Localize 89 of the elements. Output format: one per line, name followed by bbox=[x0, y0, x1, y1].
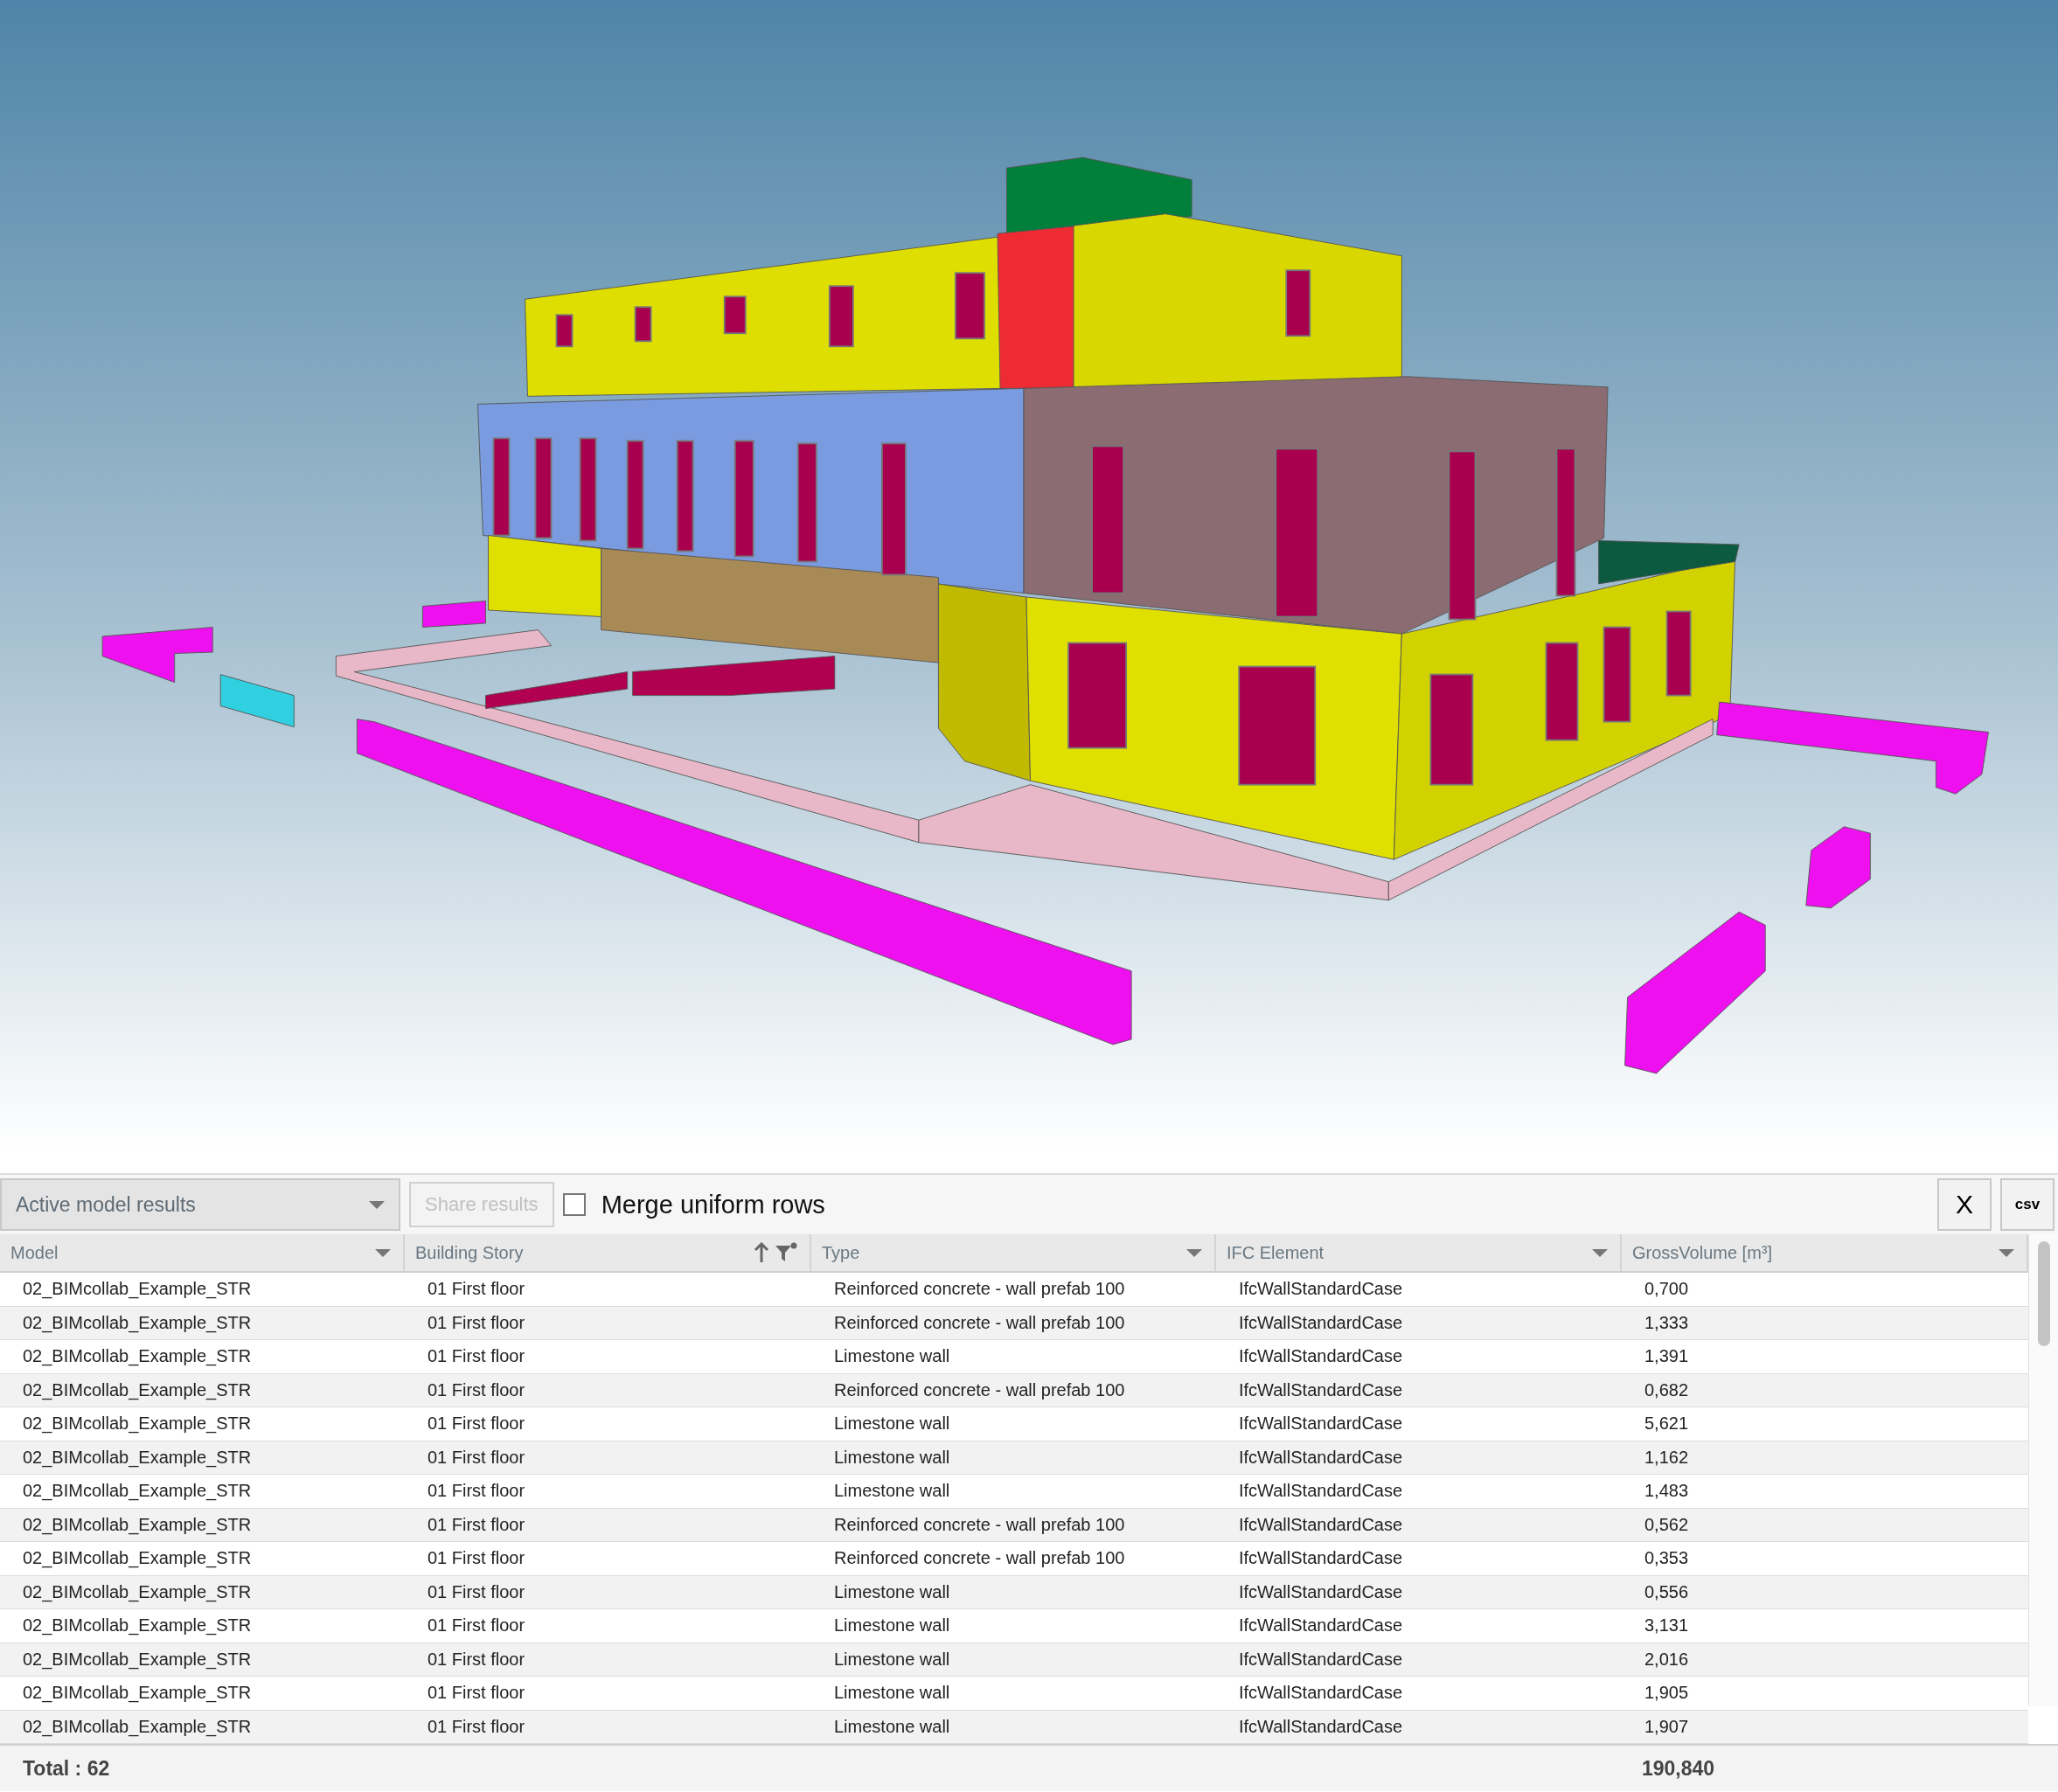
table-cell-text: 2,016 bbox=[1644, 1649, 1690, 1670]
table-cell-text: 1,391 bbox=[1644, 1346, 1690, 1367]
table-cell-text: 01 First floor bbox=[427, 1649, 526, 1670]
table-cell-text: 01 First floor bbox=[427, 1683, 526, 1704]
table-cell-text: 1,483 bbox=[1644, 1481, 1690, 1502]
table-cell-text: 02_BIMcollab_Example_STR bbox=[22, 1615, 253, 1636]
close-button[interactable]: X bbox=[1937, 1178, 1992, 1231]
table-cell-text: 02_BIMcollab_Example_STR bbox=[22, 1413, 253, 1434]
merge-checkbox[interactable] bbox=[562, 1193, 586, 1216]
table-cell-text: IfcWallStandardCase bbox=[1238, 1379, 1404, 1400]
table-cell-text: 0,700 bbox=[1644, 1279, 1690, 1300]
table-cell-text: Reinforced concrete - wall prefab 100 bbox=[833, 1279, 1126, 1300]
table-cell-text: Limestone wall bbox=[833, 1683, 951, 1704]
table-cell-text: IfcWallStandardCase bbox=[1238, 1514, 1404, 1535]
table-cell-text: IfcWallStandardCase bbox=[1238, 1481, 1404, 1502]
table-cell-text: 1,162 bbox=[1644, 1447, 1690, 1468]
table-cell-text: IfcWallStandardCase bbox=[1238, 1649, 1404, 1670]
table-cell-text: 01 First floor bbox=[427, 1413, 526, 1434]
table-cell-text: 02_BIMcollab_Example_STR bbox=[22, 1581, 253, 1602]
checkbox-label: Merge uniform rows bbox=[601, 1190, 825, 1219]
table-cell-text: 02_BIMcollab_Example_STR bbox=[22, 1649, 253, 1670]
table-cell-text: 02_BIMcollab_Example_STR bbox=[22, 1548, 253, 1569]
filter-icon[interactable] bbox=[775, 1242, 797, 1263]
table-cell-text: Reinforced concrete - wall prefab 100 bbox=[833, 1514, 1126, 1535]
table-cell-text: IfcWallStandardCase bbox=[1238, 1615, 1404, 1636]
results-dropdown[interactable]: Active model results bbox=[0, 1178, 400, 1231]
row-count: Total : 62 bbox=[22, 1756, 111, 1781]
table-cell-text: IfcWallStandardCase bbox=[1238, 1447, 1404, 1468]
table-cell-text: 0,556 bbox=[1644, 1581, 1690, 1602]
table-cell-text: 02_BIMcollab_Example_STR bbox=[22, 1346, 253, 1367]
dropdown-icon[interactable] bbox=[1999, 1248, 2014, 1257]
table-cell-text: 0,562 bbox=[1644, 1514, 1690, 1535]
table-cell-text: 01 First floor bbox=[427, 1481, 526, 1502]
table-cell-text: IfcWallStandardCase bbox=[1238, 1279, 1404, 1300]
table-cell-text: IfcWallStandardCase bbox=[1238, 1716, 1404, 1737]
table-cell-text: 02_BIMcollab_Example_STR bbox=[22, 1683, 253, 1704]
table-cell-text: 02_BIMcollab_Example_STR bbox=[22, 1379, 253, 1400]
table-cell-text: 3,131 bbox=[1644, 1615, 1690, 1636]
table-cell-text: 01 First floor bbox=[427, 1346, 526, 1367]
table-cell-text: Limestone wall bbox=[833, 1615, 951, 1636]
table-cell-text: 1,333 bbox=[1644, 1312, 1690, 1333]
table-cell-text: 0,353 bbox=[1644, 1548, 1690, 1569]
table-cell-text: IfcWallStandardCase bbox=[1238, 1548, 1404, 1569]
table-cell-text: Reinforced concrete - wall prefab 100 bbox=[833, 1312, 1126, 1333]
table-cell-text: 01 First floor bbox=[427, 1447, 526, 1468]
volume-total: 190,840 bbox=[1641, 1756, 1716, 1781]
column-header[interactable]: Building Story bbox=[405, 1234, 811, 1271]
table-cell-text: Limestone wall bbox=[833, 1481, 951, 1502]
table-cell-text: Limestone wall bbox=[833, 1649, 951, 1670]
table-cell-text: 1,907 bbox=[1644, 1716, 1690, 1737]
table-cell-text: IfcWallStandardCase bbox=[1238, 1312, 1404, 1333]
table-cell-text: IfcWallStandardCase bbox=[1238, 1413, 1404, 1434]
table-cell-text: Limestone wall bbox=[833, 1581, 951, 1602]
column-header[interactable]: Type bbox=[811, 1234, 1216, 1271]
column-header[interactable]: IFC Element bbox=[1216, 1234, 1622, 1271]
dropdown-icon[interactable] bbox=[1592, 1248, 1608, 1257]
column-header[interactable]: Model bbox=[0, 1234, 405, 1271]
dropdown-icon[interactable] bbox=[375, 1248, 391, 1257]
table-cell-text: 1,905 bbox=[1644, 1683, 1690, 1704]
table-cell-text: 01 First floor bbox=[427, 1581, 526, 1602]
dropdown-icon[interactable] bbox=[1186, 1248, 1202, 1257]
table-cell-text: Reinforced concrete - wall prefab 100 bbox=[833, 1548, 1126, 1569]
table-cell-text: 02_BIMcollab_Example_STR bbox=[22, 1312, 253, 1333]
table-cell-text: 01 First floor bbox=[427, 1548, 526, 1569]
table-cell-text: 02_BIMcollab_Example_STR bbox=[22, 1481, 253, 1502]
table-cell-text: IfcWallStandardCase bbox=[1238, 1683, 1404, 1704]
table-cell-text: IfcWallStandardCase bbox=[1238, 1346, 1404, 1367]
table-cell-text: 02_BIMcollab_Example_STR bbox=[22, 1716, 253, 1737]
table-cell-text: Limestone wall bbox=[833, 1413, 951, 1434]
table-cell-text: 01 First floor bbox=[427, 1279, 526, 1300]
table-cell-text: 01 First floor bbox=[427, 1514, 526, 1535]
table-cell-text: 01 First floor bbox=[427, 1312, 526, 1333]
table-cell-text: Limestone wall bbox=[833, 1716, 951, 1737]
building-model-drawing[interactable] bbox=[101, 156, 1989, 1074]
table-cell-text: Reinforced concrete - wall prefab 100 bbox=[833, 1379, 1126, 1400]
table-cell-text: IfcWallStandardCase bbox=[1238, 1581, 1404, 1602]
table-cell-text: 02_BIMcollab_Example_STR bbox=[22, 1514, 253, 1535]
table-cell-text: Limestone wall bbox=[833, 1346, 951, 1367]
table-cell-text: 02_BIMcollab_Example_STR bbox=[22, 1447, 253, 1468]
table-cell-text: 02_BIMcollab_Example_STR bbox=[22, 1279, 253, 1300]
table-cell-text: 01 First floor bbox=[427, 1615, 526, 1636]
table-cell-text: 01 First floor bbox=[427, 1379, 526, 1400]
table-cell-text: 0,682 bbox=[1644, 1379, 1690, 1400]
csv-export-button[interactable]: csv bbox=[2000, 1178, 2055, 1231]
table-cell-text: 5,621 bbox=[1644, 1413, 1690, 1434]
table-cell-text: Limestone wall bbox=[833, 1447, 951, 1468]
scrollbar[interactable] bbox=[2028, 1234, 2058, 1706]
sort-up-icon[interactable] bbox=[754, 1242, 769, 1263]
table-cell-text: 01 First floor bbox=[427, 1716, 526, 1737]
